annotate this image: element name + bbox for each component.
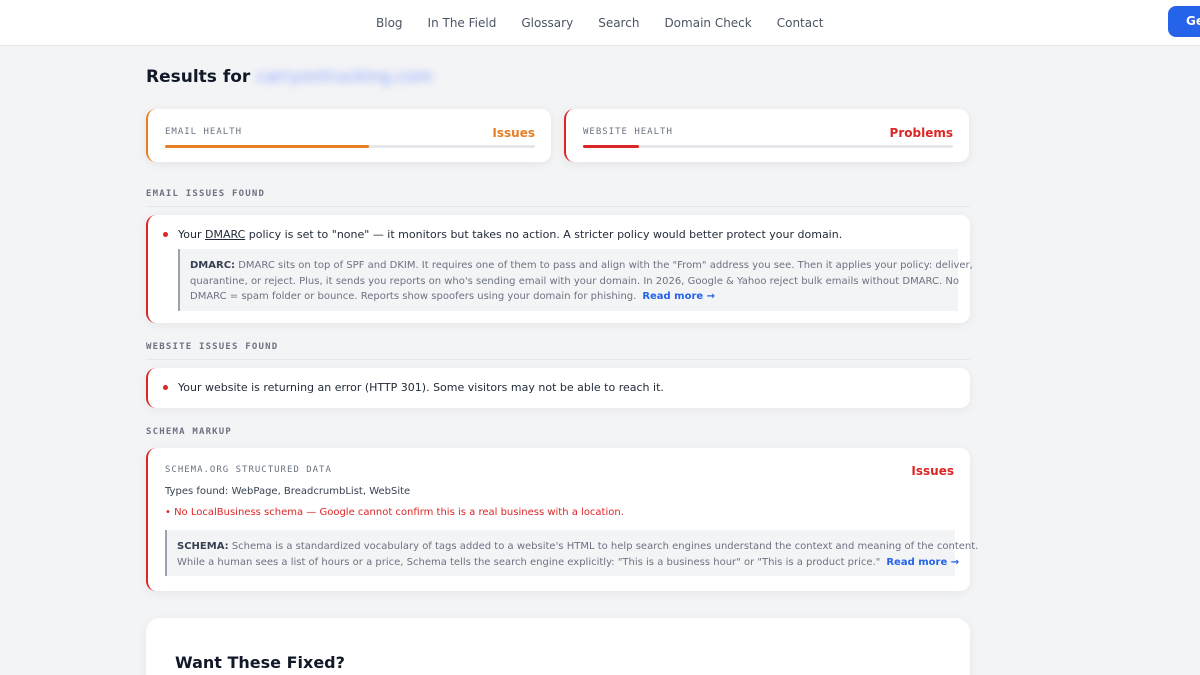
dmarc-term-link[interactable]: DMARC: [205, 228, 245, 241]
schema-line-2-text: While a human sees a list of hours or a …: [177, 556, 881, 568]
schema-card-title: SCHEMA.ORG STRUCTURED DATA: [165, 465, 332, 475]
dmarc-explanation-line-3: DMARC = spam folder or bounce. Reports s…: [190, 289, 948, 305]
dmarc-term-label: DMARC:: [190, 260, 236, 271]
nav-links: Blog In The Field Glossary Search Domain…: [376, 0, 848, 46]
fix-cta-card: Want These Fixed?: [146, 618, 970, 675]
nav-link-glossary[interactable]: Glossary: [521, 16, 573, 30]
issue-text-after: policy is set to "none" — it monitors bu…: [245, 228, 843, 241]
email-health-track: [165, 145, 535, 148]
schema-line-1-text: Schema is a standardized vocabulary of t…: [231, 541, 979, 552]
website-issue-card: Your website is returning an error (HTTP…: [146, 368, 970, 408]
nav-link-blog[interactable]: Blog: [376, 16, 403, 30]
dmarc-explanation-line-1: DMARC: DMARC sits on top of SPF and DKIM…: [190, 258, 973, 274]
schema-status: Issues: [911, 464, 954, 478]
dmarc-line-3-text: DMARC = spam folder or bounce. Reports s…: [190, 291, 637, 302]
email-issue-text: Your DMARC policy is set to "none" — it …: [178, 228, 842, 241]
website-issues-heading: WEBSITE ISSUES FOUND: [146, 342, 970, 360]
schema-explanation-line-2: While a human sees a list of hours or a …: [177, 555, 959, 571]
dmarc-read-more-link[interactable]: Read more →: [642, 291, 715, 302]
error-bullet-icon: [163, 232, 168, 237]
website-health-track: [583, 145, 953, 148]
email-issues-heading: EMAIL ISSUES FOUND: [146, 189, 970, 207]
website-health-fill: [583, 145, 639, 148]
schema-markup-heading: SCHEMA MARKUP: [146, 427, 233, 437]
error-bullet-icon: [163, 385, 168, 390]
schema-explanation-box: SCHEMA: Schema is a standardized vocabul…: [165, 530, 978, 576]
schema-warning: • No LocalBusiness schema — Google canno…: [165, 507, 624, 518]
cta-title: Want These Fixed?: [175, 653, 345, 672]
dmarc-line-1-text: DMARC sits on top of SPF and DKIM. It re…: [238, 260, 973, 271]
email-health-fill: [165, 145, 369, 148]
schema-read-more-link[interactable]: Read more →: [886, 557, 959, 568]
schema-card: SCHEMA.ORG STRUCTURED DATA Issues Types …: [146, 448, 978, 591]
website-issue-text: Your website is returning an error (HTTP…: [178, 381, 664, 394]
results-prefix: Results for: [146, 67, 251, 87]
blurred-domain: carryontrucking.com: [256, 67, 433, 87]
dmarc-explanation-line-2: quarantine, or reject. Plus, it sends yo…: [190, 275, 959, 287]
website-health-card: WEBSITE HEALTH Problems: [564, 109, 969, 162]
nav-link-in-the-field[interactable]: In The Field: [428, 16, 497, 30]
dmarc-explanation-box: DMARC: DMARC sits on top of SPF and DKIM…: [178, 249, 973, 311]
schema-term-label: SCHEMA:: [177, 541, 229, 552]
top-navigation: Blog In The Field Glossary Search Domain…: [0, 0, 1200, 46]
results-title: Results for carryontrucking.com: [146, 67, 433, 87]
website-health-label: WEBSITE HEALTH: [583, 127, 673, 137]
email-issue-card: Your DMARC policy is set to "none" — it …: [146, 215, 973, 323]
website-health-status: Problems: [889, 126, 953, 140]
email-health-label: EMAIL HEALTH: [165, 127, 243, 137]
nav-link-search[interactable]: Search: [598, 16, 639, 30]
issue-text-before: Your: [178, 228, 205, 241]
nav-link-domain-check[interactable]: Domain Check: [664, 16, 751, 30]
schema-types-found: Types found: WebPage, BreadcrumbList, We…: [165, 486, 411, 497]
nav-link-contact[interactable]: Contact: [777, 16, 824, 30]
email-health-card: EMAIL HEALTH Issues: [146, 109, 551, 162]
email-health-status: Issues: [492, 126, 535, 140]
schema-explanation-line-1: SCHEMA: Schema is a standardized vocabul…: [177, 539, 978, 555]
nav-cta-button[interactable]: Ge: [1168, 6, 1200, 37]
